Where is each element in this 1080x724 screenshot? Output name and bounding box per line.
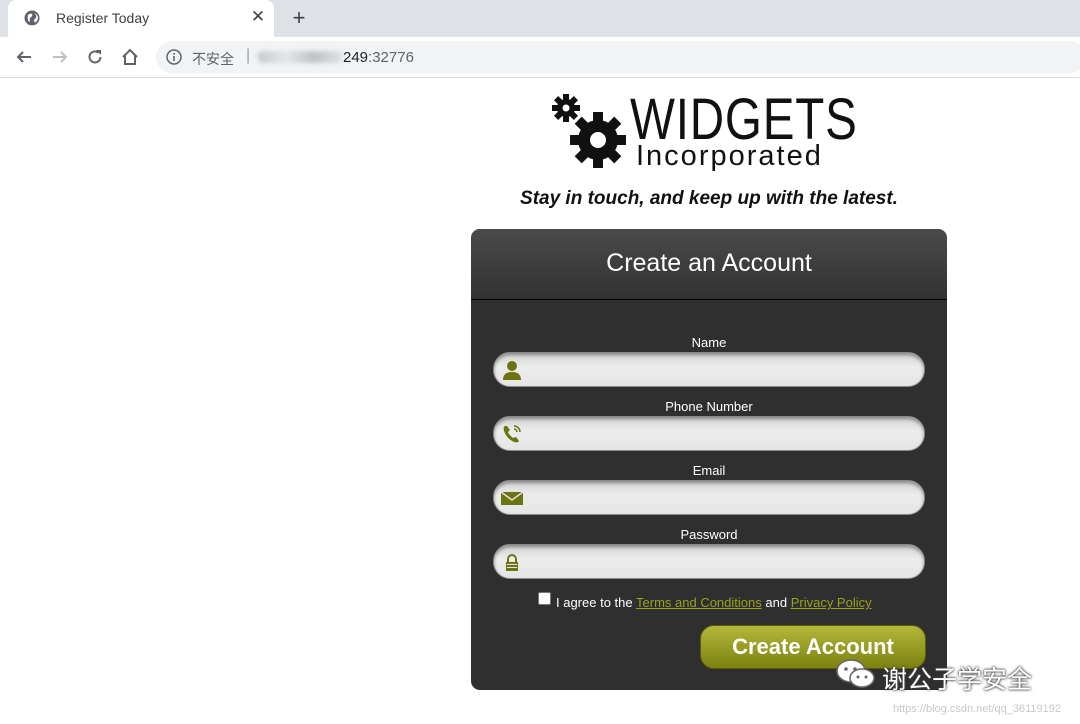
phone-field[interactable]	[493, 416, 925, 451]
phone-label: Phone Number	[665, 399, 753, 414]
watermark-text: 谢公子学安全	[882, 666, 1033, 694]
forward-arrow-icon[interactable]	[48, 45, 72, 69]
password-input[interactable]	[530, 548, 914, 576]
email-label: Email	[692, 463, 726, 478]
globe-icon	[24, 10, 40, 26]
url-port: :32776	[368, 49, 414, 66]
new-tab-button[interactable]: +	[288, 7, 310, 29]
password-field[interactable]	[493, 544, 925, 579]
source-url-watermark: https://blog.csdn.net/qq_36119192	[893, 703, 1061, 715]
agree-and: and	[765, 595, 788, 610]
redacted-host	[258, 51, 342, 63]
tab-strip: Register Today ✕ +	[0, 0, 1080, 37]
not-secure-label: 不安全	[192, 51, 234, 67]
privacy-link[interactable]: Privacy Policy	[791, 595, 872, 610]
agreement-text: I agree to the Terms and Conditions and …	[556, 595, 872, 610]
tagline: Stay in touch, and keep up with the late…	[520, 188, 898, 209]
name-label: Name	[691, 335, 727, 350]
tab-title: Register Today	[56, 10, 150, 26]
phone-icon	[503, 425, 521, 443]
user-icon	[503, 361, 521, 380]
terms-link[interactable]: Terms and Conditions	[636, 595, 762, 610]
browser-tab[interactable]: Register Today ✕	[8, 0, 274, 37]
name-field[interactable]	[493, 352, 925, 387]
url-text: 249:32776	[343, 49, 414, 66]
email-field[interactable]	[493, 480, 925, 515]
phone-input[interactable]	[530, 420, 914, 448]
wechat-icon	[836, 659, 875, 688]
back-arrow-icon[interactable]	[12, 45, 36, 69]
agree-checkbox[interactable]	[538, 592, 551, 605]
reload-icon[interactable]	[83, 45, 107, 69]
url-host: 249	[343, 49, 369, 66]
company-logo: WIDGETS Incorporated	[550, 87, 880, 175]
browser-toolbar: 不安全 | 249:32776	[0, 37, 1080, 78]
name-input[interactable]	[530, 356, 914, 384]
address-separator: |	[246, 47, 251, 64]
home-icon[interactable]	[118, 45, 142, 69]
close-tab-icon[interactable]: ✕	[248, 7, 268, 27]
agree-prefix: I agree to the	[556, 595, 633, 610]
info-icon[interactable]	[166, 49, 182, 65]
gears-icon	[552, 94, 626, 168]
envelope-icon	[501, 491, 523, 505]
lock-icon	[506, 554, 518, 571]
form-title: Create an Account	[606, 249, 812, 277]
address-bar[interactable]: 不安全 | 249:32776	[156, 41, 1080, 73]
email-input[interactable]	[530, 484, 914, 512]
registration-form: Create an Account Name Phone Number Emai…	[471, 229, 947, 690]
form-header: Create an Account	[471, 229, 947, 300]
logo-subtitle: Incorporated	[636, 140, 823, 172]
password-label: Password	[680, 527, 738, 542]
